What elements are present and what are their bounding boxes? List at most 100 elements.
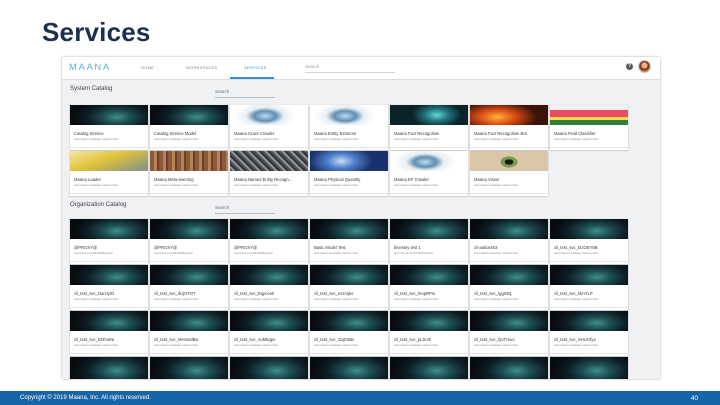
card-divider [70, 147, 148, 148]
service-url: https://latest.knowledge.maana.io:844... [554, 252, 600, 255]
service-card[interactable]: Catalog Service Model https://latest.kno… [150, 105, 228, 150]
service-url: https://latest.knowledge.maana.io:844... [154, 344, 200, 347]
service-card[interactable]: cli_test_svc_kbnYLP https://latest.knowl… [550, 265, 628, 310]
service-card[interactable] [230, 357, 308, 379]
service-card[interactable]: cli-aalice463 https://latest.knowledge.m… [470, 219, 548, 264]
service-thumbnail [150, 311, 228, 331]
card-divider [70, 261, 148, 262]
service-thumbnail [150, 151, 228, 171]
card-divider [230, 147, 308, 148]
maana-logo[interactable]: MAANA [69, 62, 111, 73]
global-search-input[interactable]: Search [305, 64, 395, 73]
service-card[interactable]: Maana Loader https://latest.knowledge.ma… [70, 151, 148, 196]
service-card[interactable]: Maana Physical Quantity https://latest.k… [310, 151, 388, 196]
nav-services[interactable]: SERVICES [244, 65, 267, 70]
nav-home[interactable]: HOME [141, 65, 154, 70]
service-url: http://maana-knoldb:8008/graphql [154, 252, 193, 255]
service-card[interactable]: @PROXY@ http://maana-knoldb:8008/graphql [230, 219, 308, 264]
service-card[interactable] [310, 357, 388, 379]
service-card[interactable]: Maana Fact Recognition Bot https://lates… [470, 105, 548, 150]
service-card[interactable]: Maana Vision https://latest.knowledge.ma… [470, 151, 548, 196]
service-thumbnail [70, 311, 148, 331]
card-divider [470, 193, 548, 194]
service-url: https://latest.knowledge.maana.io:844... [154, 298, 200, 301]
service-card[interactable] [550, 357, 628, 379]
service-url: http://maana-knoldb:8008/graphql [234, 252, 273, 255]
top-navigation-bar: MAANA HOME WORKSPACES SERVICES Search ? [62, 57, 660, 80]
service-card[interactable]: cli_test_svc_kZKVaNi https://latest.know… [70, 311, 148, 356]
service-thumbnail [390, 265, 468, 285]
service-card[interactable]: @PROXY@ http://maana-knoldb:8008/graphql [150, 219, 228, 264]
slide-footer: Copyright © 2019 Maana, Inc. All rights … [0, 391, 720, 405]
copyright-text: Copyright © 2019 Maana, Inc. All rights … [20, 395, 151, 401]
service-thumbnail [150, 105, 228, 125]
service-url: https://latest.knowledge.maana.io:844... [474, 252, 520, 255]
service-card[interactable]: Maana Meta-learning https://latest.knowl… [150, 151, 228, 196]
help-icon[interactable]: ? [626, 63, 633, 70]
page-number: 40 [690, 395, 698, 402]
card-divider [390, 261, 468, 262]
nav-workspaces[interactable]: WORKSPACES [186, 65, 217, 70]
service-thumbnail [390, 151, 468, 171]
service-card[interactable]: @PROXY@ http://maana-knoldb:8008/graphql [70, 219, 148, 264]
service-card[interactable]: cli_test_svc_pLSrzti https://latest.know… [390, 311, 468, 356]
system-catalog-search-input[interactable]: Search [215, 89, 275, 98]
service-url: https://latest.knowledge.maana.io:844... [474, 344, 520, 347]
service-card[interactable]: cli_test_svc_nuM5qpe https://latest.know… [230, 311, 308, 356]
service-url: https://latest.knowledge.maana.io:844... [314, 344, 360, 347]
service-card[interactable]: cli_test_svc_QuTOwo https://latest.knowl… [470, 311, 548, 356]
service-name: cli_test_svc_MHmndBw [154, 337, 199, 342]
service-url: https://latest.knowledge.maana.io:844... [74, 298, 120, 301]
service-name: Maana Fact Recognition [394, 131, 440, 136]
service-card[interactable]: cli_test_svc_dUjOTDT https://latest.know… [150, 265, 228, 310]
service-url: https://latest.knowledge.maana.io:844... [314, 252, 360, 255]
service-card[interactable] [390, 357, 468, 379]
service-thumbnail [310, 357, 388, 379]
service-card[interactable]: Maana Fact Recognition https://latest.kn… [390, 105, 468, 150]
service-thumbnail [310, 219, 388, 239]
service-card[interactable]: bivestey test 1 http://172.16.79.156:300… [390, 219, 468, 264]
service-thumbnail [70, 219, 148, 239]
service-url: https://latest.knowledge.maana.io:844... [234, 344, 280, 347]
card-divider [390, 307, 468, 308]
service-url: https://latest.knowledge.maana.io:844... [554, 298, 600, 301]
service-card[interactable]: cli_test_svc_Eqpceek https://latest.know… [230, 265, 308, 310]
card-divider [550, 353, 628, 354]
service-card[interactable]: cli_test_svc_SHUGfya https://latest.know… [550, 311, 628, 356]
service-card[interactable]: Maana Field Classifier https://latest.kn… [550, 105, 628, 150]
service-card[interactable]: Maana Named Entity Recogn... https://lat… [230, 151, 308, 196]
service-card[interactable]: cli_test_svc_OqDSBv https://latest.knowl… [310, 311, 388, 356]
service-card[interactable]: cli_test_svc_bGOEY8B https://latest.know… [550, 219, 628, 264]
service-card[interactable]: cli_test_svc_hmpRPni https://latest.know… [390, 265, 468, 310]
card-divider [310, 193, 388, 194]
service-thumbnail [550, 357, 628, 379]
service-name: Maana Named Entity Recogn... [234, 177, 293, 182]
organization-catalog-search-input[interactable]: Search [215, 205, 275, 214]
service-thumbnail [470, 357, 548, 379]
user-avatar[interactable] [638, 60, 651, 73]
service-card[interactable]: Maana Azure Crawler https://latest.knowl… [230, 105, 308, 150]
service-card[interactable] [150, 357, 228, 379]
service-card[interactable] [70, 357, 148, 379]
service-name: cli_test_svc_SHUGfya [554, 337, 596, 342]
service-card[interactable]: cli_test_svc_IggrN5j https://latest.know… [470, 265, 548, 310]
service-card[interactable]: Maana EF Crawler https://latest.knowledg… [390, 151, 468, 196]
service-card[interactable]: Basic Model Test https://latest.knowledg… [310, 219, 388, 264]
service-card[interactable]: Maana Entity Extractor https://latest.kn… [310, 105, 388, 150]
card-divider [470, 261, 548, 262]
slide-title: Services [42, 17, 151, 47]
service-card[interactable]: Catalog Service https://latest.knowledge… [70, 105, 148, 150]
service-card[interactable] [470, 357, 548, 379]
service-thumbnail [550, 265, 628, 285]
card-divider [390, 353, 468, 354]
card-divider [150, 261, 228, 262]
card-divider [150, 353, 228, 354]
service-name: cli_test_svc_dUjOTDT [154, 291, 196, 296]
card-divider [390, 147, 468, 148]
service-card[interactable]: cli_test_svc_DanJyrD https://latest.know… [70, 265, 148, 310]
service-card[interactable]: cli_test_svc_MHmndBw https://latest.know… [150, 311, 228, 356]
card-divider [550, 147, 628, 148]
card-divider [70, 307, 148, 308]
service-thumbnail [230, 311, 308, 331]
service-card[interactable]: cli_test_svc_ezzmjko https://latest.know… [310, 265, 388, 310]
